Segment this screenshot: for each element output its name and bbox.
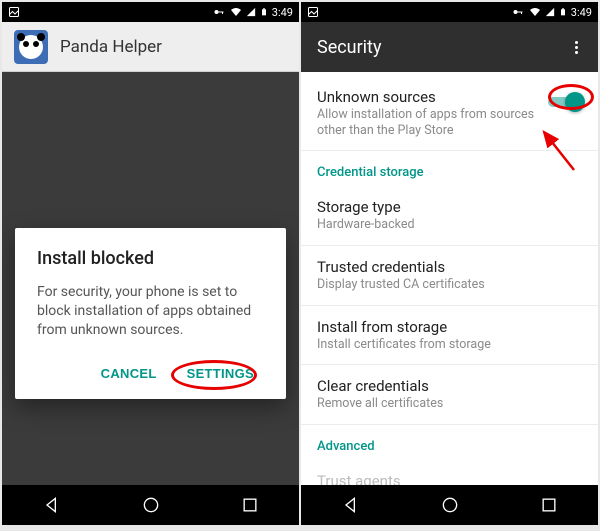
wifi-icon (230, 6, 242, 18)
left-phone: 3:49 Panda Helper Install blocked For se… (2, 2, 299, 525)
dialog-actions: CANCEL SETTINGS (37, 358, 264, 389)
battery-icon (559, 6, 567, 18)
key-icon (511, 6, 525, 18)
cancel-button[interactable]: CANCEL (91, 358, 167, 389)
app-bar: Panda Helper (2, 22, 299, 72)
app-body: Install blocked For security, your phone… (2, 72, 299, 485)
storage-type-sub: Hardware-backed (317, 217, 582, 233)
battery-icon (260, 6, 268, 18)
credential-storage-header: Credential storage (301, 151, 598, 186)
unknown-sources-toggle[interactable] (548, 94, 582, 110)
clear-title: Clear credentials (317, 377, 582, 395)
install-storage-sub: Install certificates from storage (317, 337, 582, 353)
storage-type-row[interactable]: Storage type Hardware-backed (301, 186, 598, 246)
image-icon (8, 6, 20, 18)
settings-list: Unknown sources Allow installation of ap… (301, 72, 598, 485)
back-icon[interactable] (341, 495, 361, 515)
unknown-sources-sub: Allow installation of apps from sources … (317, 107, 540, 138)
dialog-body: For security, your phone is set to block… (37, 283, 264, 340)
install-storage-title: Install from storage (317, 318, 582, 336)
recents-icon[interactable] (539, 495, 559, 515)
right-phone: 3:49 Security Unknown sources Allow inst… (301, 2, 598, 525)
signal-icon (545, 6, 555, 18)
clear-sub: Remove all certificates (317, 396, 582, 412)
trust-agents-row[interactable]: Trust agents (301, 460, 598, 485)
status-bar: 3:49 (2, 2, 299, 22)
back-icon[interactable] (42, 495, 62, 515)
dialog-title: Install blocked (37, 248, 264, 269)
settings-button[interactable]: SETTINGS (177, 358, 264, 389)
install-from-storage-row[interactable]: Install from storage Install certificate… (301, 306, 598, 366)
home-icon[interactable] (141, 495, 161, 515)
security-title: Security (317, 37, 381, 58)
storage-type-title: Storage type (317, 198, 582, 216)
trusted-credentials-row[interactable]: Trusted credentials Display trusted CA c… (301, 246, 598, 306)
trusted-sub: Display trusted CA certificates (317, 277, 582, 293)
advanced-header: Advanced (301, 425, 598, 460)
status-time: 3:49 (571, 6, 592, 19)
trust-agents-title: Trust agents (317, 472, 582, 485)
panda-helper-icon (14, 30, 48, 64)
app-title: Panda Helper (60, 37, 162, 57)
unknown-sources-row[interactable]: Unknown sources Allow installation of ap… (301, 76, 598, 151)
signal-icon (246, 6, 256, 18)
overflow-menu-icon[interactable] (571, 37, 582, 58)
navigation-bar (301, 485, 598, 525)
security-app-bar: Security (301, 22, 598, 72)
wifi-icon (529, 6, 541, 18)
clear-credentials-row[interactable]: Clear credentials Remove all certificate… (301, 365, 598, 425)
navigation-bar (2, 485, 299, 525)
trusted-title: Trusted credentials (317, 258, 582, 276)
unknown-sources-title: Unknown sources (317, 88, 540, 106)
status-time: 3:49 (272, 6, 293, 19)
key-icon (212, 6, 226, 18)
home-icon[interactable] (440, 495, 460, 515)
recents-icon[interactable] (240, 495, 260, 515)
status-bar: 3:49 (301, 2, 598, 22)
install-blocked-dialog: Install blocked For security, your phone… (15, 228, 286, 399)
image-icon (307, 6, 319, 18)
